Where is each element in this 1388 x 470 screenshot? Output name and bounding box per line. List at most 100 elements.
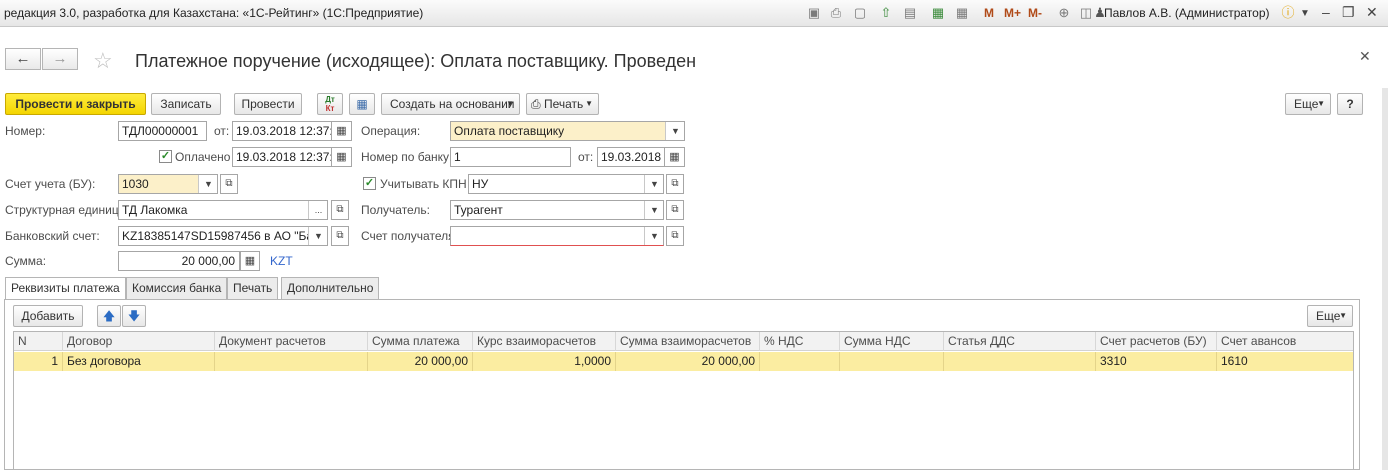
cell-vat-sum[interactable] (840, 352, 944, 371)
column-header[interactable]: Курс взаиморасчетов (473, 332, 616, 351)
zoom-icon[interactable]: ⊕ (1056, 5, 1072, 21)
cell-payment-sum[interactable]: 20 000,00 (368, 352, 473, 371)
recipient-account-select[interactable]: ▼ (450, 226, 664, 246)
paid-checkbox[interactable]: ✓ (159, 150, 172, 163)
chevron-down-icon[interactable]: ▼ (1300, 8, 1310, 19)
arrow-up-icon: 🡅 (102, 309, 116, 323)
column-header[interactable]: Сумма взаиморасчетов (616, 332, 760, 351)
more-label: Еще (1294, 97, 1319, 111)
print-button[interactable]: ⎙ Печать ▼ (526, 93, 599, 115)
column-header[interactable]: Документ расчетов (215, 332, 368, 351)
table-more-button[interactable]: Еще ▼ (1307, 305, 1353, 327)
calendar-icon[interactable]: ▦ (332, 147, 352, 167)
kpn-select[interactable]: НУ ▼ (468, 174, 664, 194)
bank-number-field[interactable]: 1 (450, 147, 571, 167)
column-header[interactable]: Сумма платежа (368, 332, 473, 351)
restore-icon[interactable]: ❐ (1342, 4, 1355, 21)
dropdown-arrow-icon[interactable]: ▼ (308, 227, 327, 245)
form-close-icon[interactable]: ✕ (1359, 48, 1371, 65)
open-icon[interactable]: ⧉ (220, 174, 238, 194)
calendar-icon[interactable]: ▦ (954, 5, 970, 21)
dtkt-button[interactable]: Дт Кт (317, 93, 343, 115)
tab-bank-commission[interactable]: Комиссия банка (126, 277, 228, 299)
cell-n[interactable]: 1 (14, 352, 63, 371)
help-button[interactable]: ? (1337, 93, 1363, 115)
open-icon[interactable]: ⧉ (666, 174, 684, 194)
bank-account-select[interactable]: KZ18385147SD15987456 в АО "Банк ▼ (118, 226, 328, 246)
recipient-account-label: Счет получателя: (361, 229, 458, 243)
currency-link[interactable]: KZT (270, 254, 293, 268)
operation-select[interactable]: Оплата поставщику ▼ (450, 121, 685, 141)
cell-rate[interactable]: 1,0000 (473, 352, 616, 371)
favorite-star-icon[interactable]: ☆ (93, 48, 113, 74)
vertical-scrollbar[interactable] (1382, 88, 1388, 470)
save-button[interactable]: Записать (151, 93, 221, 115)
memory-mplus-button[interactable]: M+ (1004, 6, 1021, 20)
cell-advance-account[interactable]: 1610 (1217, 352, 1353, 371)
calculator-icon[interactable]: ▦ (240, 251, 260, 271)
arrow-down-icon: 🡇 (127, 309, 141, 323)
tab-payment-details[interactable]: Реквизиты платежа (5, 277, 126, 300)
dropdown-arrow-icon[interactable]: ▼ (198, 175, 217, 193)
unit-select[interactable]: ТД Лакомка ... (118, 200, 328, 220)
ellipsis-icon[interactable]: ... (308, 201, 327, 219)
forward-button[interactable]: → (42, 48, 78, 70)
document-icon[interactable]: ▤ (902, 5, 918, 21)
tab-additional[interactable]: Дополнительно (281, 277, 380, 299)
post-and-close-button[interactable]: Провести и закрыть (5, 93, 146, 115)
create-based-button[interactable]: Создать на основании ▼ (381, 93, 520, 115)
recipient-select[interactable]: Турагент ▼ (450, 200, 664, 220)
open-icon[interactable]: ⧉ (666, 226, 684, 246)
cell-vat-rate[interactable] (760, 352, 840, 371)
cell-settlement-sum[interactable]: 20 000,00 (616, 352, 760, 371)
column-header[interactable]: Договор (63, 332, 215, 351)
column-header[interactable]: Сумма НДС (840, 332, 944, 351)
column-header[interactable]: Статья ДДС (944, 332, 1096, 351)
sum-field[interactable]: 20 000,00 (118, 251, 240, 271)
window-close-icon[interactable]: ✕ (1366, 4, 1378, 21)
paid-date-field[interactable]: 19.03.2018 12:37:4 (232, 147, 332, 167)
bank-date-field[interactable]: 19.03.2018 (597, 147, 665, 167)
post-button[interactable]: Провести (234, 93, 302, 115)
user-name[interactable]: Павлов А.В. (Администратор) (1104, 6, 1270, 20)
number-field[interactable]: ТДЛ00000001 (118, 121, 207, 141)
calendar-icon[interactable]: ▦ (665, 147, 685, 167)
memory-mminus-button[interactable]: M- (1028, 6, 1042, 20)
date-field[interactable]: 19.03.2018 12:37:4 (232, 121, 332, 141)
kpn-checkbox[interactable]: ✓ (363, 177, 376, 190)
open-icon[interactable]: ⧉ (331, 226, 349, 246)
save-icon[interactable]: ▣ (806, 5, 822, 21)
cell-settlement-account[interactable]: 3310 (1096, 352, 1217, 371)
back-button[interactable]: ← (5, 48, 41, 70)
cell-contract[interactable]: Без договора (63, 352, 215, 371)
dropdown-arrow-icon[interactable]: ▼ (644, 175, 663, 193)
info-icon[interactable]: ⓘ (1280, 5, 1296, 21)
cell-cash-flow-item[interactable] (944, 352, 1096, 371)
dropdown-arrow-icon[interactable]: ▼ (644, 201, 663, 219)
open-icon[interactable]: ⧉ (666, 200, 684, 220)
column-header[interactable]: Счет авансов (1217, 332, 1353, 351)
dropdown-arrow-icon[interactable]: ▼ (644, 227, 663, 245)
add-row-button[interactable]: Добавить (13, 305, 83, 327)
open-icon[interactable]: ⧉ (331, 200, 349, 220)
table-row[interactable]: 1 Без договора 20 000,00 1,0000 20 000,0… (14, 352, 1353, 371)
calendar-icon[interactable]: ▦ (332, 121, 352, 141)
account-select[interactable]: 1030 ▼ (118, 174, 218, 194)
dropdown-arrow-icon[interactable]: ▼ (665, 122, 684, 140)
print-icon[interactable]: ⎙ (828, 5, 844, 21)
cell-document[interactable] (215, 352, 368, 371)
move-up-button[interactable]: 🡅 (97, 305, 121, 327)
column-header[interactable]: N (14, 332, 63, 351)
minimize-icon[interactable]: – (1322, 4, 1330, 20)
tab-print[interactable]: Печать (227, 277, 279, 299)
memory-m-button[interactable]: M (984, 6, 994, 20)
upload-icon[interactable]: ⇧ (878, 5, 894, 21)
column-header[interactable]: Счет расчетов (БУ) (1096, 332, 1217, 351)
more-button[interactable]: Еще ▼ (1285, 93, 1331, 115)
payment-table[interactable]: N Договор Документ расчетов Сумма платеж… (13, 331, 1354, 470)
calculator-icon[interactable]: ▦ (930, 5, 946, 21)
move-down-button[interactable]: 🡇 (122, 305, 146, 327)
structure-button[interactable]: ▦ (349, 93, 375, 115)
preview-icon[interactable]: ▢ (852, 5, 868, 21)
column-header[interactable]: % НДС (760, 332, 840, 351)
